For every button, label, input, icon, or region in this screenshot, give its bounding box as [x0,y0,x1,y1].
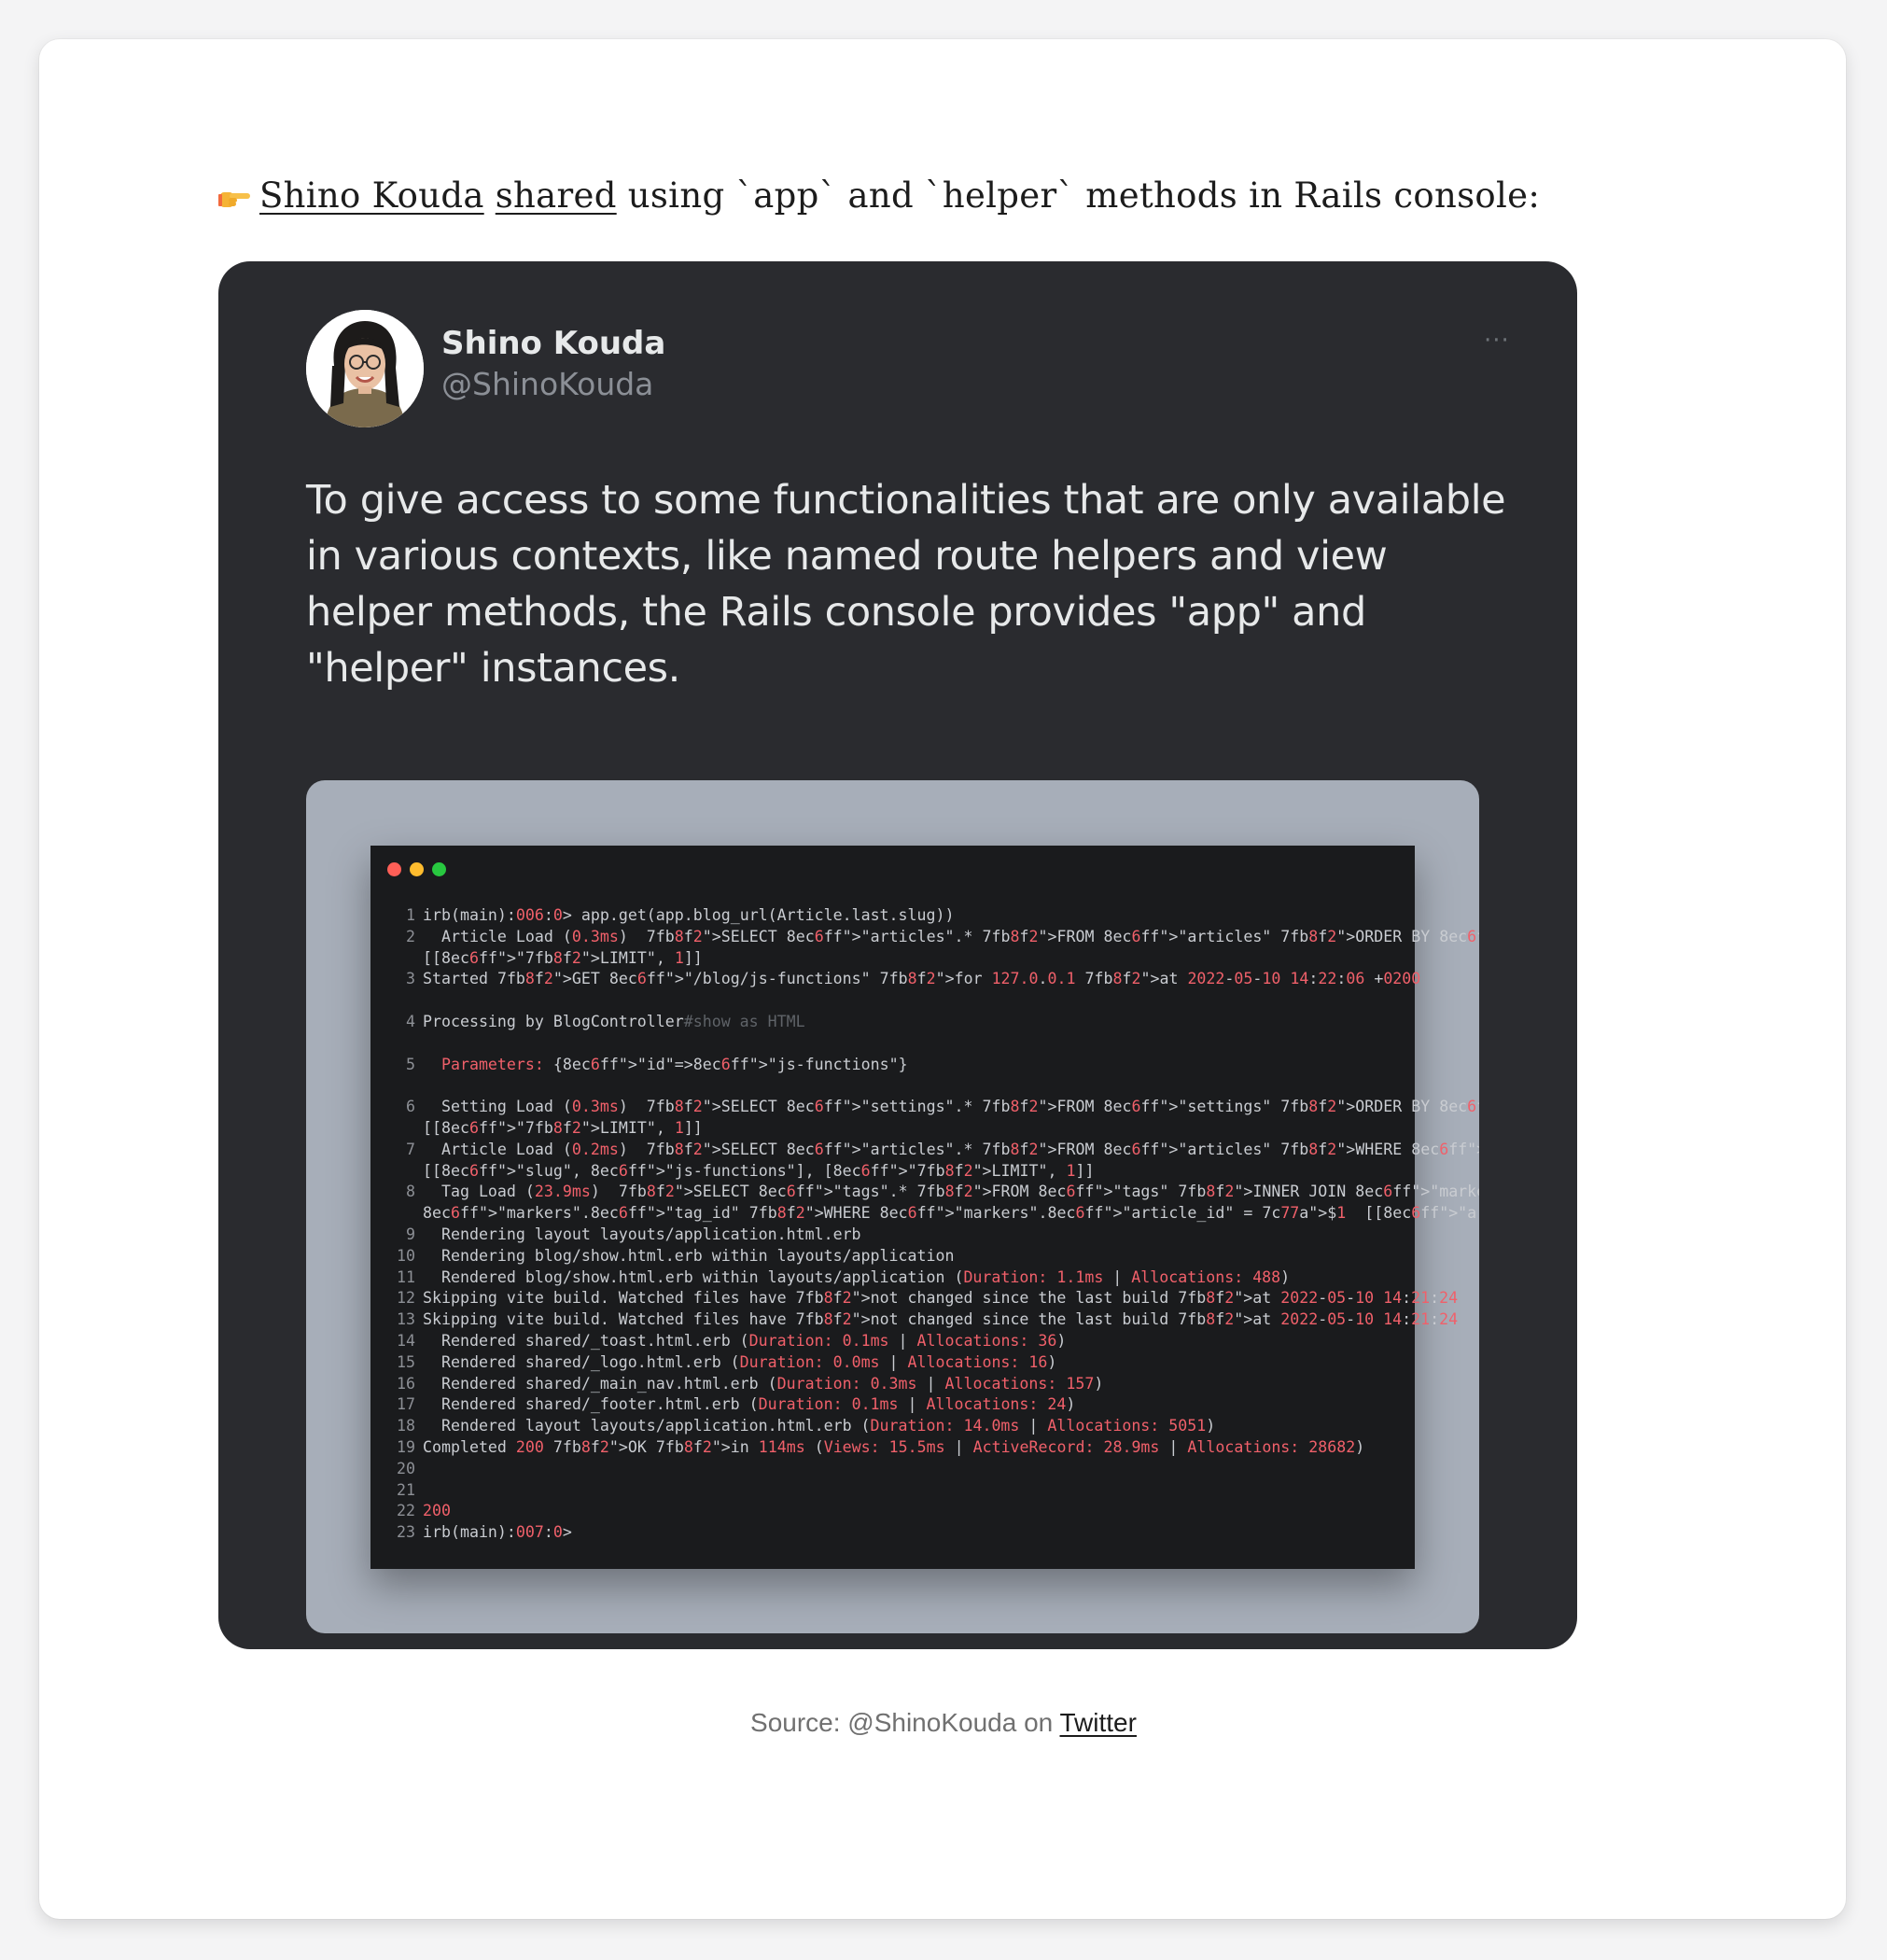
line-number: 2 [406,927,415,945]
terminal-line: 5 Parameters: {8ec6ff">"id"=>8ec6ff">"js… [387,1055,1405,1076]
shared-link[interactable]: shared [496,175,617,216]
terminal-output: 1 irb(main):006:0> app.get(app.blog_url(A… [387,905,1479,1544]
line-text: Rendered shared/_logo.html.erb (Duration… [423,1352,1057,1371]
terminal-line: 3 Started 7fb8f2">GET 8ec6ff">"/blog/js-f… [387,969,1420,990]
intro-text: using `app` and `helper` methods in Rail… [616,175,1541,216]
terminal-line: 8ec6ff">"markers".8ec6ff">"tag_id" 7fb8f… [387,1203,1479,1225]
avatar[interactable] [306,310,424,427]
line-number: 5 [406,1055,415,1073]
terminal-line: 9 Rendering layout layouts/application.h… [387,1225,1405,1246]
author-link[interactable]: Shino Kouda [259,175,484,216]
line-number: 15 [397,1352,415,1371]
terminal-line: 17 Rendered shared/_footer.html.erb (Dur… [387,1394,1405,1416]
terminal-line: [[8ec6ff">"7fb8f2">LIMIT", 1]] [387,1118,1405,1140]
terminal-line: 10 Rendering blog/show.html.erb within l… [387,1246,1405,1267]
image-caption: Source: @ShinoKouda on Twitter [0,1708,1887,1738]
line-text: Setting Load (0.3ms) 7fb8f2">SELECT 8ec6… [423,1098,1479,1116]
line-text: 200 [423,1502,451,1520]
terminal-line: 15 Rendered shared/_logo.html.erb (Durat… [387,1352,1405,1374]
minimize-dot-icon [410,862,424,876]
tweet-author-name[interactable]: Shino Kouda [441,325,665,362]
terminal-line: 2 Article Load (0.3ms) 7fb8f2">SELECT 8e… [387,927,1479,948]
line-text: Parameters: {8ec6ff">"id"=>8ec6ff">"js-f… [440,1055,908,1073]
terminal-line: 1 irb(main):006:0> app.get(app.blog_url(A… [387,905,1405,927]
line-number: 8 [406,1183,415,1201]
line-text: Rendering layout layouts/application.htm… [423,1225,861,1243]
line-number: 4 [406,1012,415,1030]
line-number: 7 [406,1140,415,1158]
line-number: 9 [406,1225,415,1243]
line-text: Rendered blog/show.html.erb within layou… [423,1267,1291,1286]
terminal-line: 19 Completed 200 7fb8f2">OK 7fb8f2">in 11… [387,1437,1405,1459]
line-text: [[8ec6ff">"7fb8f2">LIMIT", 1]] [423,948,703,967]
more-options-icon[interactable]: ··· [1484,329,1512,353]
terminal-line: 20 [387,1459,1405,1480]
line-text: irb(main):006:0> app.get(app.blog_url(Ar… [423,906,955,924]
terminal-line: 7 Article Load (0.2ms) 7fb8f2">SELECT 8e… [387,1140,1479,1161]
maximize-dot-icon [432,862,446,876]
line-number: 22 [397,1502,415,1520]
terminal-line: 4 Processing by BlogController#show as HT… [387,1012,1405,1033]
terminal-line: 18 Rendered layout layouts/application.h… [387,1416,1405,1437]
line-number: 11 [397,1267,415,1286]
line-number: 13 [397,1310,415,1329]
twitter-link[interactable]: Twitter [1060,1708,1137,1737]
line-text: [[8ec6ff">"slug", 8ec6ff">"js-functions"… [423,1161,1095,1180]
line-text: [[8ec6ff">"7fb8f2">LIMIT", 1]] [423,1118,703,1137]
embedded-tweet[interactable]: Shino Kouda @ShinoKouda ··· To give acce… [218,261,1577,1649]
intro-paragraph: Shino Kouda shared using `app` and `help… [218,175,1712,216]
terminal-line: 8 Tag Load (23.9ms) 7fb8f2">SELECT 8ec6f… [387,1182,1479,1203]
line-number: 23 [397,1523,415,1542]
line-number: 6 [406,1098,415,1116]
terminal-line: 13 Skipping vite build. Watched files hav… [387,1309,1458,1331]
line-text: Rendered shared/_footer.html.erb (Durati… [423,1395,1076,1414]
pointing-hand-icon [218,175,252,216]
line-number: 18 [397,1417,415,1435]
terminal-line: 14 Rendered shared/_toast.html.erb (Dura… [387,1331,1405,1352]
line-number: 19 [397,1437,415,1456]
line-text: Rendered layout layouts/application.html… [423,1417,1216,1435]
line-number: 16 [397,1374,415,1393]
terminal-line: 11 Rendered blog/show.html.erb within la… [387,1267,1405,1289]
terminal-line: 16 Rendered shared/_main_nav.html.erb (D… [387,1374,1405,1395]
line-text: Started 7fb8f2">GET 8ec6ff">"/blog/js-fu… [423,970,1421,988]
line-text: Processing by BlogController#show as HTM… [423,1012,805,1030]
terminal-line: 22 200 [387,1501,1405,1522]
line-number: 1 [406,906,415,924]
line-text: Rendered shared/_main_nav.html.erb (Dura… [423,1374,1104,1393]
line-number: 3 [406,970,415,988]
line-text: Completed 200 7fb8f2">OK 7fb8f2">in 114m… [423,1437,1365,1456]
terminal-line: [[8ec6ff">"7fb8f2">LIMIT", 1]] [387,948,1405,970]
line-text: Rendering blog/show.html.erb within layo… [423,1246,955,1265]
line-number: 21 [397,1480,415,1499]
line-number: 20 [397,1459,415,1477]
line-text: Tag Load (23.9ms) 7fb8f2">SELECT 8ec6ff"… [423,1183,1479,1201]
terminal-window: 1 irb(main):006:0> app.get(app.blog_url(A… [370,846,1479,1569]
line-number: 10 [397,1246,415,1265]
terminal-line: 6 Setting Load (0.3ms) 7fb8f2">SELECT 8e… [387,1097,1479,1118]
line-text: Article Load (0.3ms) 7fb8f2">SELECT 8ec6… [423,927,1479,945]
caption-text: Source: @ShinoKouda on [750,1708,1060,1737]
close-dot-icon [387,862,401,876]
line-text: Skipping vite build. Watched files have … [423,1310,1459,1329]
tweet-media-image[interactable]: 1 irb(main):006:0> app.get(app.blog_url(A… [306,780,1479,1633]
line-text: irb(main):007:0> [423,1523,572,1542]
tweet-author-handle[interactable]: @ShinoKouda [441,366,653,402]
terminal-line: 23 irb(main):007:0> [387,1522,1405,1544]
line-text: Skipping vite build. Watched files have … [423,1289,1459,1308]
terminal-line: [[8ec6ff">"slug", 8ec6ff">"js-functions"… [387,1161,1405,1183]
terminal-line: 12 Skipping vite build. Watched files hav… [387,1288,1458,1309]
line-number: 17 [397,1395,415,1414]
tweet-text: To give access to some functionalities t… [306,477,1506,692]
line-number: 14 [397,1331,415,1350]
line-text: Rendered shared/_toast.html.erb (Duratio… [423,1331,1067,1350]
terminal-line: 21 [387,1480,1405,1502]
line-text: Article Load (0.2ms) 7fb8f2">SELECT 8ec6… [423,1140,1479,1158]
line-number: 12 [397,1289,415,1308]
line-text: 8ec6ff">"markers".8ec6ff">"tag_id" 7fb8f… [423,1204,1479,1223]
